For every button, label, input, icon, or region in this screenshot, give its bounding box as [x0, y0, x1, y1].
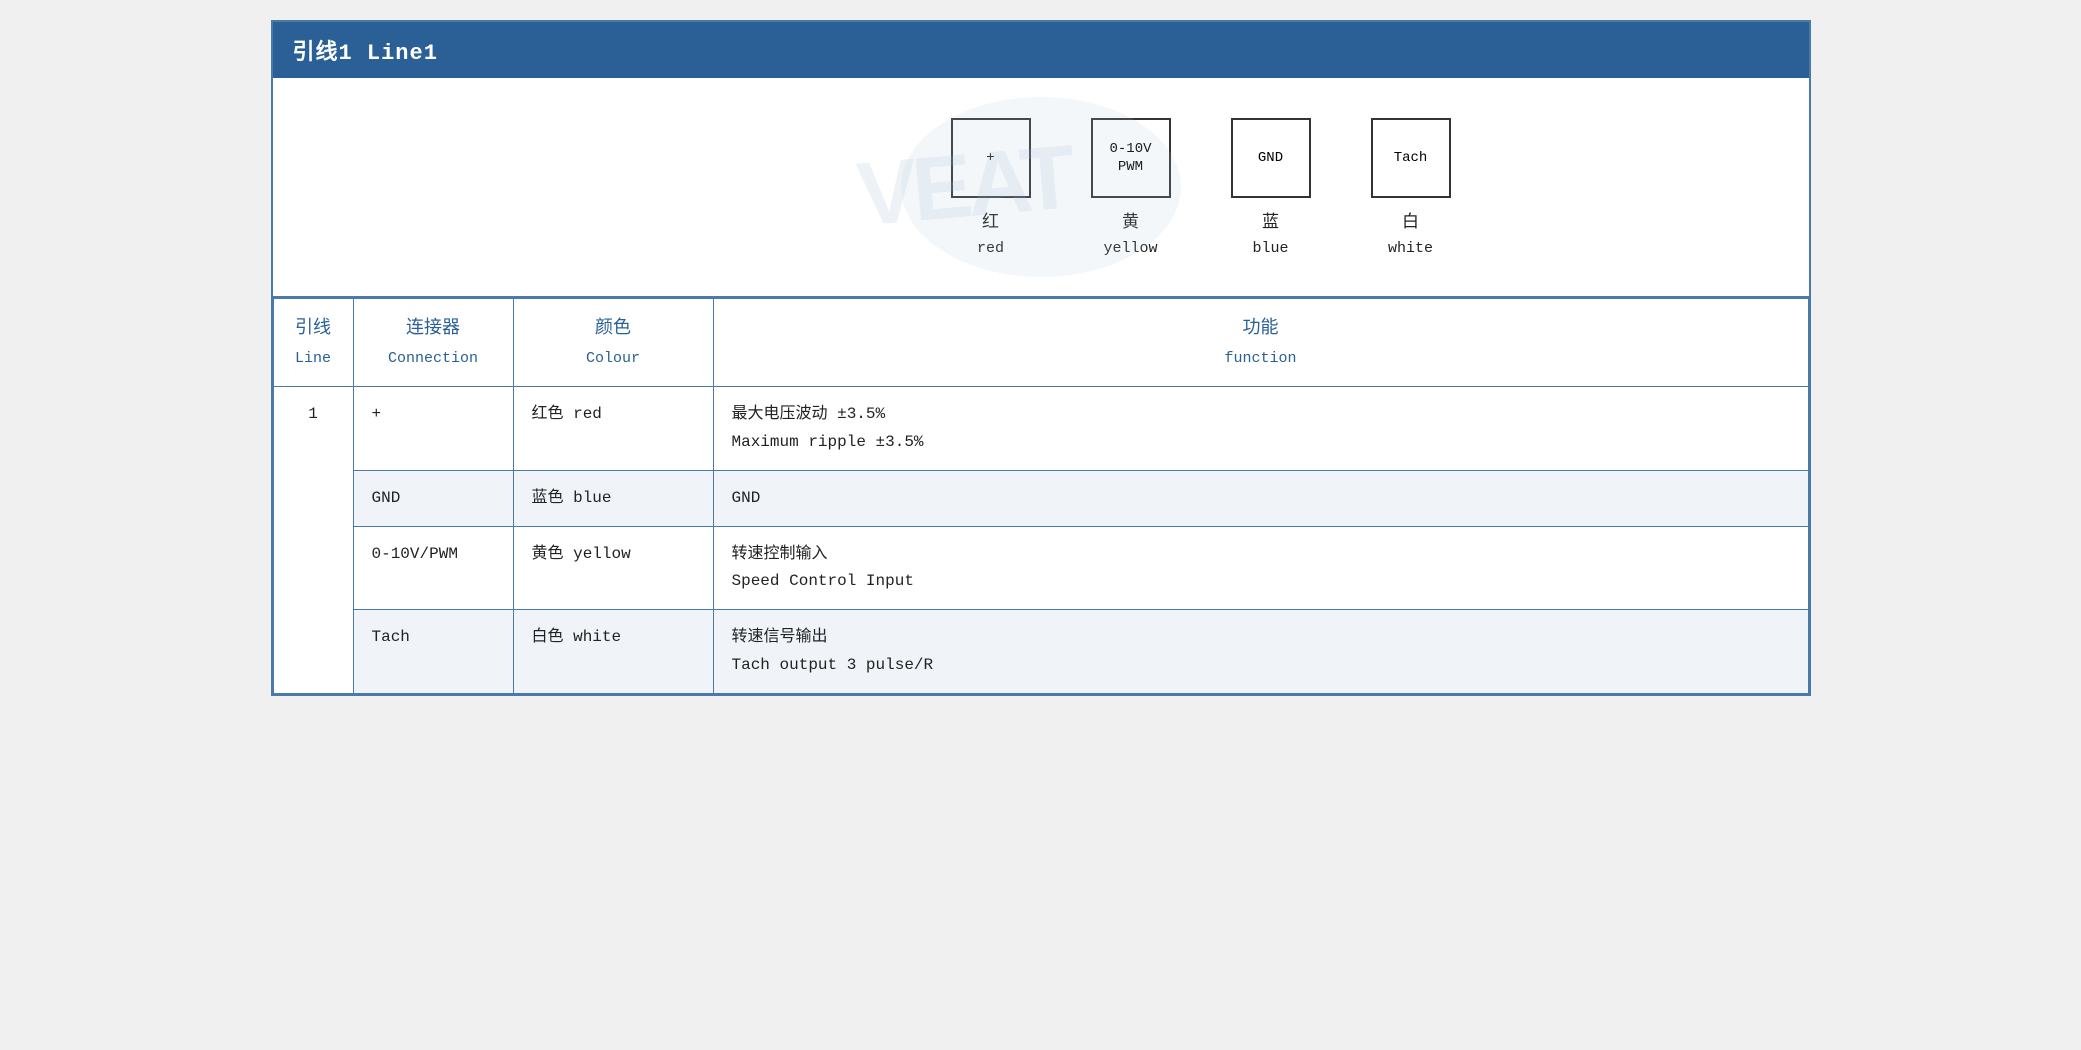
header-connection-english: Connection: [372, 345, 495, 372]
table-row-3: 0-10V/PWM 黄色 yellow 转速控制输入Speed Control …: [273, 526, 1808, 609]
line-number-1: 1: [273, 387, 353, 693]
header-function-chinese: 功能: [732, 313, 1790, 345]
header-function: 功能 function: [713, 299, 1808, 387]
header-colour-chinese: 颜色: [532, 313, 695, 345]
connector-english-plus: red: [977, 237, 1004, 261]
table-title: 引线1 Line1: [273, 22, 1809, 78]
connection-gnd: GND: [353, 470, 513, 526]
table-row-2: GND 蓝色 blue GND: [273, 470, 1808, 526]
header-function-english: function: [732, 345, 1790, 372]
connector-tach: Tach 白 white: [1371, 118, 1451, 261]
diagram-wrapper: + 红 red 0-10VPWM 黄 yellow GND 蓝 blue: [951, 118, 1451, 261]
function-speed: 转速控制输入Speed Control Input: [713, 526, 1808, 609]
connector-english-pwm: yellow: [1103, 237, 1157, 261]
header-line-english: Line: [292, 345, 335, 372]
connection-tach: Tach: [353, 610, 513, 693]
connector-box-plus: +: [951, 118, 1031, 198]
connector-chinese-plus: 红: [982, 210, 999, 237]
connector-label-plus: 红 red: [977, 210, 1004, 261]
connector-box-pwm: 0-10VPWM: [1091, 118, 1171, 198]
connection-pwm: 0-10V/PWM: [353, 526, 513, 609]
function-gnd: GND: [713, 470, 1808, 526]
connector-chinese-tach: 白: [1402, 210, 1419, 237]
connector-plus: + 红 red: [951, 118, 1031, 261]
connector-chinese-pwm: 黄: [1122, 210, 1139, 237]
colour-white: 白色 white: [513, 610, 713, 693]
connector-english-tach: white: [1388, 237, 1433, 261]
header-connection: 连接器 Connection: [353, 299, 513, 387]
connector-pwm: 0-10VPWM 黄 yellow: [1091, 118, 1171, 261]
main-table: 引线 Line 连接器 Connection 颜色 Colour 功能 func…: [273, 298, 1809, 694]
table-row-4: Tach 白色 white 转速信号输出Tach output 3 pulse/…: [273, 610, 1808, 693]
connector-gnd: GND 蓝 blue: [1231, 118, 1311, 261]
connection-plus: +: [353, 387, 513, 470]
connector-chinese-gnd: 蓝: [1262, 210, 1279, 237]
colour-red: 红色 red: [513, 387, 713, 470]
header-line: 引线 Line: [273, 299, 353, 387]
connector-label-gnd: 蓝 blue: [1252, 210, 1288, 261]
connector-box-gnd: GND: [1231, 118, 1311, 198]
connector-label-pwm: 黄 yellow: [1103, 210, 1157, 261]
connector-box-tach: Tach: [1371, 118, 1451, 198]
header-colour-english: Colour: [532, 345, 695, 372]
header-line-chinese: 引线: [292, 313, 335, 345]
function-tach: 转速信号输出Tach output 3 pulse/R: [713, 610, 1808, 693]
table-row-1: 1 + 红色 red 最大电压波动 ±3.5%Maximum ripple ±3…: [273, 387, 1808, 470]
header-connection-chinese: 连接器: [372, 313, 495, 345]
table-header-row: 引线 Line 连接器 Connection 颜色 Colour 功能 func…: [273, 299, 1808, 387]
diagram-section: VEAT + 红 red 0-10VPWM 黄 yellow GND: [273, 78, 1809, 298]
connector-label-tach: 白 white: [1388, 210, 1433, 261]
colour-yellow: 黄色 yellow: [513, 526, 713, 609]
connector-english-gnd: blue: [1252, 237, 1288, 261]
function-ripple: 最大电压波动 ±3.5%Maximum ripple ±3.5%: [713, 387, 1808, 470]
main-container: 引线1 Line1 VEAT + 红 red 0-10VPWM 黄 yellow: [271, 20, 1811, 696]
colour-blue: 蓝色 blue: [513, 470, 713, 526]
header-colour: 颜色 Colour: [513, 299, 713, 387]
